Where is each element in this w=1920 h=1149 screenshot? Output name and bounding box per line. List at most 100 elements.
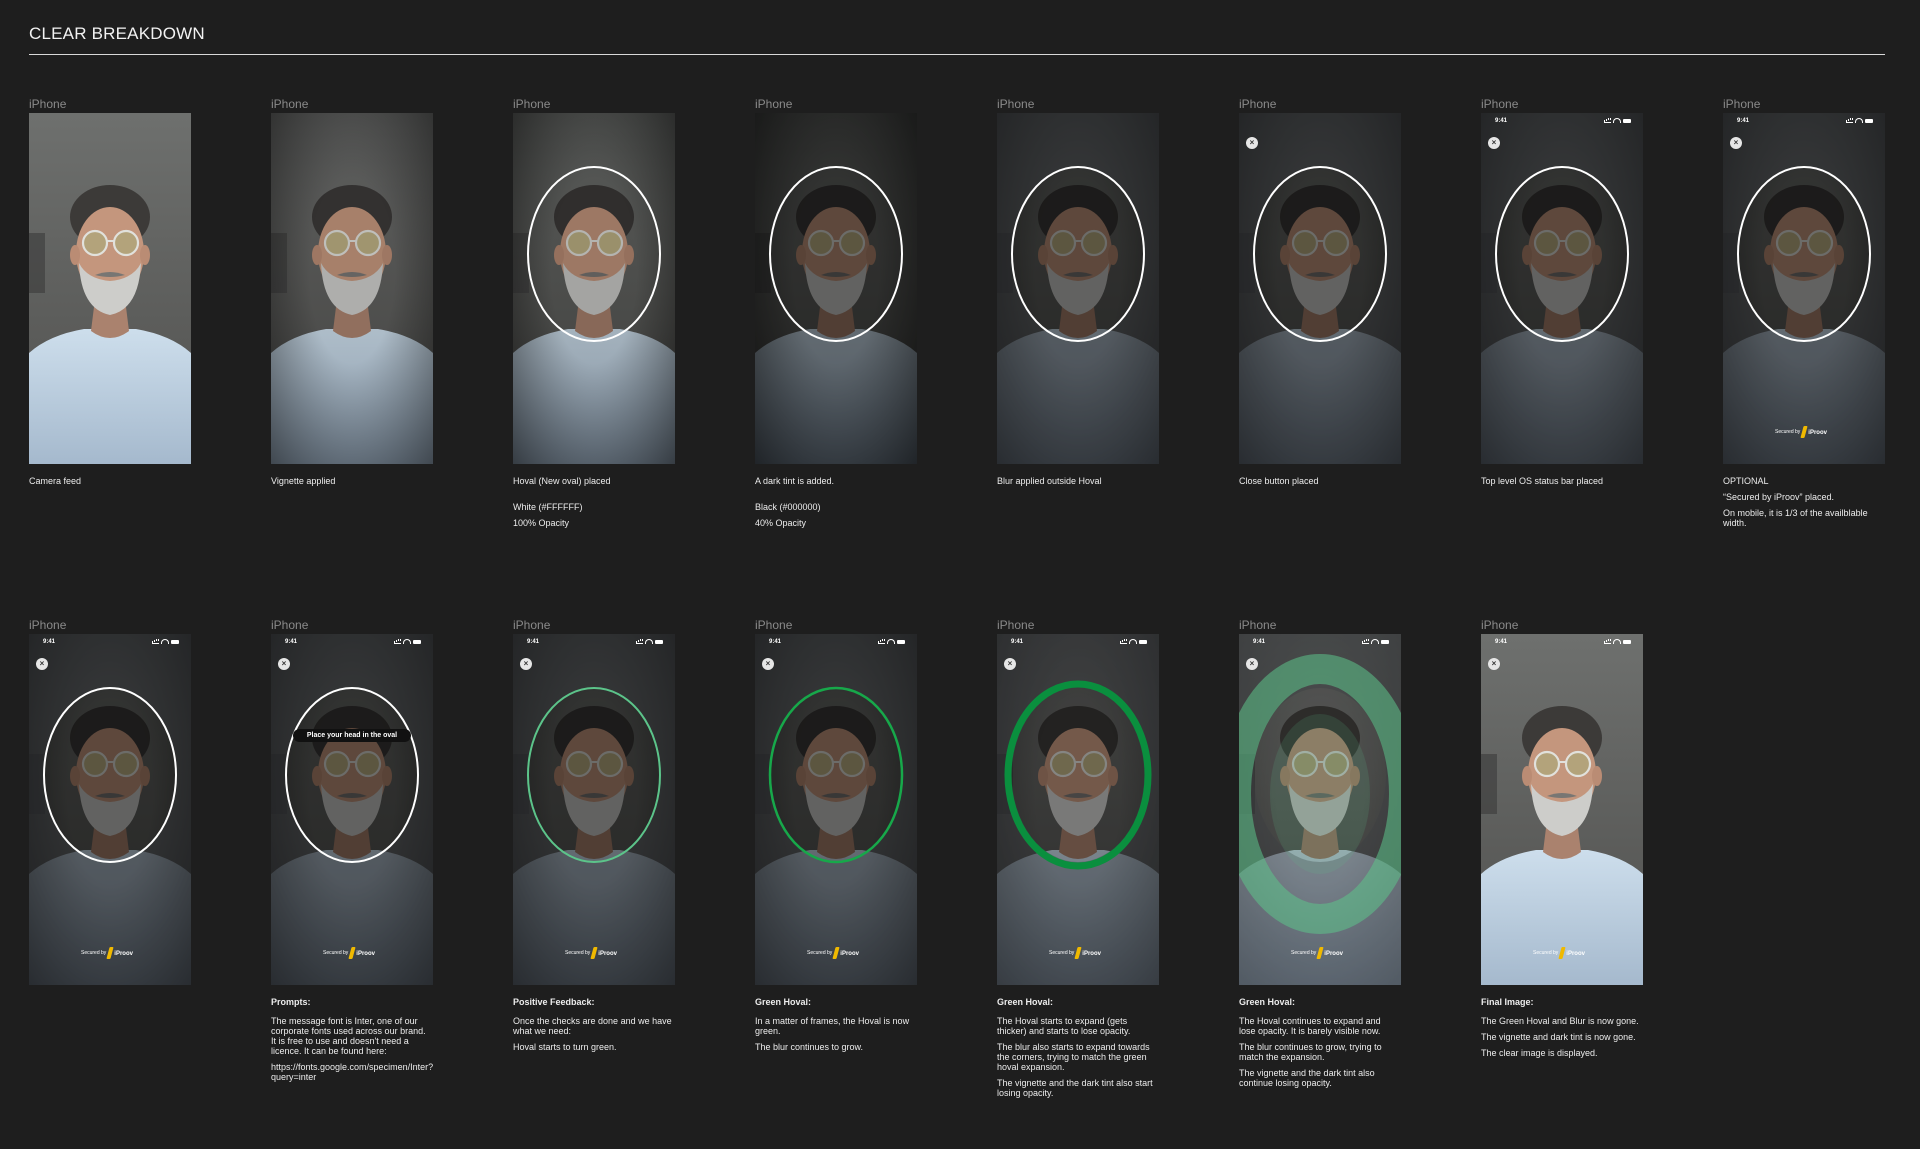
- status-icons: [394, 639, 421, 644]
- camera-feed-photo: [755, 634, 917, 985]
- status-time: 9:41: [527, 639, 540, 645]
- description-heading: Prompts:: [271, 997, 311, 1007]
- close-button[interactable]: ×: [278, 658, 290, 670]
- description-line: A dark tint is added.: [755, 476, 835, 486]
- phone-frame: iPhone 9:41 × Secured by iProov: [29, 617, 191, 997]
- phone-frame: iPhone 9:41 × Top level OS status bar place…: [1481, 96, 1643, 492]
- description-line: [513, 492, 673, 496]
- phone-frame: iPhone 9:41 × Secured by iProov Green Hoval: T…: [1239, 617, 1401, 1094]
- phone-frame: iPhone 9:41 × Secured by iProov Green Hoval: T…: [997, 617, 1159, 1104]
- description-heading: Green Hoval:: [1239, 997, 1296, 1007]
- close-button[interactable]: ×: [36, 658, 48, 670]
- description-line: On mobile, it is 1/3 of the availblable …: [1723, 508, 1868, 528]
- close-button[interactable]: ×: [762, 658, 774, 670]
- step-description: Hoval (New oval) placed White (#FFFFFF) 10…: [513, 476, 673, 528]
- cellular-signal-icon: [394, 639, 401, 644]
- description-paragraph: The vignette and the dark tint also star…: [997, 1078, 1153, 1098]
- secured-by-label: Secured by: [807, 950, 833, 956]
- close-icon: ×: [1249, 138, 1255, 147]
- iproov-logo-mark: [348, 947, 356, 959]
- iproov-logo-text: iProov: [114, 951, 133, 957]
- device-label: iPhone: [1481, 618, 1519, 632]
- close-button[interactable]: ×: [1004, 658, 1016, 670]
- phone-frame: iPhone 9:41 × Secured by iProov OPTIONAL “Secu…: [1723, 96, 1885, 534]
- phone-screen: ×: [1239, 113, 1401, 464]
- iproov-logo-icon: iProov: [590, 947, 617, 959]
- phone-screen: [29, 113, 191, 464]
- secured-by-label: Secured by: [81, 950, 107, 956]
- close-button[interactable]: ×: [1488, 137, 1500, 149]
- cellular-signal-icon: [1120, 639, 1127, 644]
- iproov-logo-mark: [832, 947, 840, 959]
- wifi-icon: [403, 639, 411, 644]
- iproov-logo-mark: [590, 947, 598, 959]
- description-paragraph: The message font is Inter, one of our co…: [271, 1016, 426, 1056]
- secured-by-badge: Secured by iProov: [323, 947, 375, 959]
- step-description: Top level OS status bar placed: [1481, 476, 1641, 486]
- description-paragraph: The blur continues to grow.: [755, 1042, 864, 1052]
- secured-by-label: Secured by: [1291, 950, 1317, 956]
- camera-feed-photo: [1481, 113, 1643, 464]
- status-time: 9:41: [285, 639, 298, 645]
- wifi-icon: [1129, 639, 1137, 644]
- os-status-bar: 9:41: [755, 634, 917, 648]
- os-status-bar: 9:41: [1481, 634, 1643, 648]
- secured-by-badge: Secured by iProov: [81, 947, 133, 959]
- description-paragraph: The Hoval continues to expand and lose o…: [1239, 1016, 1381, 1036]
- close-button[interactable]: ×: [520, 658, 532, 670]
- description-line: Blur applied outside Hoval: [997, 476, 1102, 486]
- iproov-logo-mark: [1316, 947, 1324, 959]
- phone-screen: 9:41 × Secured by iProov: [755, 634, 917, 985]
- wifi-icon: [1855, 118, 1863, 123]
- phone-screen: 9:41 × Secured by iProov: [997, 634, 1159, 985]
- iproov-logo-text: iProov: [1082, 951, 1101, 957]
- camera-feed-photo: [1239, 634, 1401, 985]
- cellular-signal-icon: [636, 639, 643, 644]
- description-line: Camera feed: [29, 476, 82, 486]
- iproov-logo-icon: iProov: [1558, 947, 1585, 959]
- secured-by-label: Secured by: [323, 950, 349, 956]
- phone-frame: iPhone Hoval (New oval) placed White (#FFF…: [513, 96, 675, 534]
- device-label: iPhone: [1239, 97, 1277, 111]
- description-paragraph: The blur also starts to expand towards t…: [997, 1042, 1150, 1072]
- wifi-icon: [887, 639, 895, 644]
- wifi-icon: [1371, 639, 1379, 644]
- battery-icon: [413, 639, 421, 644]
- close-button[interactable]: ×: [1730, 137, 1742, 149]
- cellular-signal-icon: [1846, 118, 1853, 123]
- close-button[interactable]: ×: [1246, 658, 1258, 670]
- battery-icon: [1139, 639, 1147, 644]
- step-description: Final Image: The Green Hoval and Blur is …: [1481, 997, 1641, 1058]
- description-line: Close button placed: [1239, 476, 1319, 486]
- status-icons: [152, 639, 179, 644]
- iproov-logo-icon: iProov: [1800, 426, 1827, 438]
- wifi-icon: [1613, 639, 1621, 644]
- os-status-bar: 9:41: [997, 634, 1159, 648]
- description-paragraph: In a matter of frames, the Hoval is now …: [755, 1016, 910, 1036]
- status-icons: [1362, 639, 1389, 644]
- close-icon: ×: [765, 659, 771, 668]
- status-time: 9:41: [769, 639, 782, 645]
- phone-screen: [997, 113, 1159, 464]
- iproov-logo-mark: [1800, 426, 1808, 438]
- close-button[interactable]: ×: [1488, 658, 1500, 670]
- description-paragraph: The vignette and the dark tint also cont…: [1239, 1068, 1375, 1088]
- battery-icon: [1623, 118, 1631, 123]
- step-description: Vignette applied: [271, 476, 431, 486]
- device-label: iPhone: [271, 618, 309, 632]
- description-paragraph: Hoval starts to turn green.: [513, 1042, 617, 1052]
- device-label: iPhone: [513, 97, 551, 111]
- camera-feed-photo: [271, 634, 433, 985]
- step-description: Positive Feedback: Once the checks are do…: [513, 997, 673, 1052]
- description-paragraph: https://fonts.google.com/specimen/Inter?…: [271, 1062, 434, 1082]
- camera-feed-photo: [1481, 634, 1643, 985]
- status-icons: [1604, 639, 1631, 644]
- camera-feed-photo: [513, 113, 675, 464]
- camera-feed-photo: [29, 113, 191, 464]
- close-icon: ×: [523, 659, 529, 668]
- description-line: Vignette applied: [271, 476, 336, 486]
- wifi-icon: [645, 639, 653, 644]
- close-button[interactable]: ×: [1246, 137, 1258, 149]
- phone-screen: 9:41 ×: [1481, 113, 1643, 464]
- close-icon: ×: [281, 659, 287, 668]
